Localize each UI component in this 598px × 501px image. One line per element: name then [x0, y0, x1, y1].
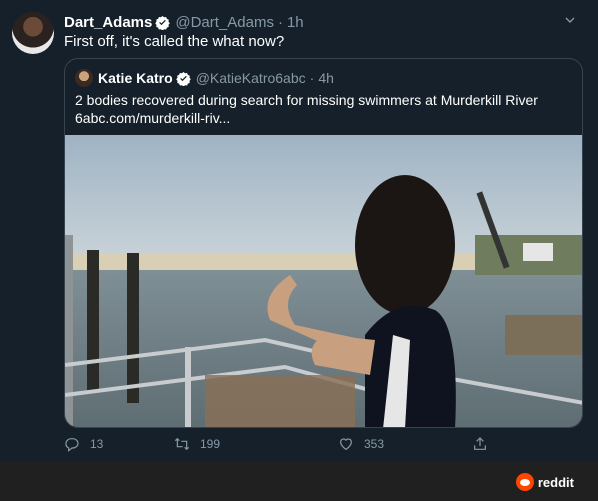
- reply-icon: [65, 438, 79, 452]
- verified-badge-icon: [155, 15, 171, 30]
- author-handle[interactable]: @Dart_Adams: [175, 14, 274, 31]
- like-button[interactable]: 353: [338, 436, 384, 452]
- share-button[interactable]: [472, 436, 498, 452]
- pier-post: [127, 253, 139, 403]
- reddit-label: reddit: [537, 474, 574, 490]
- quoted-tweet-header: Katie Katro @KatieKatro6abc · 4h: [75, 68, 334, 88]
- house: [523, 243, 553, 261]
- quoted-link[interactable]: 6abc.com/murderkill-riv...: [75, 109, 575, 127]
- chevron-down-icon[interactable]: [562, 12, 578, 28]
- tweet-time[interactable]: 1h: [287, 14, 304, 31]
- author-name[interactable]: Dart_Adams: [64, 14, 152, 31]
- retweet-icon: [174, 437, 190, 451]
- retweet-button[interactable]: 199: [174, 436, 220, 452]
- railing-post: [185, 347, 191, 427]
- quoted-tweet-time: 4h: [318, 70, 334, 86]
- pier-post: [87, 250, 99, 390]
- dock: [505, 315, 582, 355]
- reply-count: 13: [90, 437, 104, 451]
- share-icon: [474, 437, 486, 450]
- quoted-header-separator: ·: [309, 70, 315, 86]
- heart-icon: [340, 438, 352, 451]
- quoted-author-name: Katie Katro: [98, 70, 173, 86]
- tweet-header: Dart_Adams @Dart_Adams · 1h: [64, 12, 578, 32]
- reporter-top: [365, 305, 456, 427]
- reporter-hair: [355, 175, 455, 315]
- like-count: 353: [364, 437, 385, 451]
- sandbags: [205, 375, 355, 427]
- quoted-tweet-text: 2 bodies recovered during search for mis…: [75, 91, 575, 127]
- verified-badge-icon: [175, 71, 191, 86]
- reply-button[interactable]: 13: [64, 436, 103, 452]
- quoted-text-line: 2 bodies recovered during search for mis…: [75, 92, 538, 108]
- reddit-watermark-bar: reddit: [0, 462, 598, 501]
- quoted-author-handle: @KatieKatro6abc: [195, 70, 306, 86]
- quoted-video[interactable]: [65, 135, 582, 427]
- retweet-count: 199: [200, 437, 221, 451]
- video-frame: [65, 135, 582, 427]
- quoted-tweet[interactable]: Katie Katro @KatieKatro6abc · 4h 2 bodie…: [64, 58, 583, 428]
- author-avatar[interactable]: [12, 12, 54, 54]
- tweet-text: First off, it's called the what now?: [64, 33, 285, 50]
- pier-post: [65, 235, 73, 427]
- reddit-watermark: reddit: [515, 473, 574, 491]
- tweet-card[interactable]: Dart_Adams @Dart_Adams · 1h First off, i…: [0, 0, 598, 462]
- tweet-actions: 13 199 353: [64, 436, 494, 454]
- quoted-author-avatar: [75, 69, 93, 87]
- header-separator: ·: [277, 13, 283, 31]
- reddit-logo-icon: [515, 473, 534, 491]
